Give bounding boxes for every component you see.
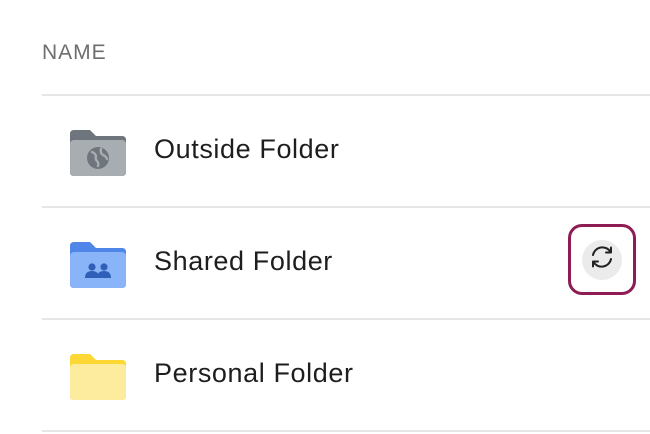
shared-folder-icon [68,240,128,290]
folder-list: NAME Outside Folder Shared Folder Person… [42,0,650,432]
column-header: NAME [42,0,650,96]
folder-name: Shared Folder [154,246,333,276]
personal-folder-icon [68,352,128,402]
folder-name: Personal Folder [154,358,354,388]
sync-button[interactable] [582,239,622,280]
sync-icon [588,243,616,276]
folder-name: Outside Folder [154,134,340,164]
folder-row-personal[interactable]: Personal Folder [42,320,650,432]
folder-row-outside[interactable]: Outside Folder [42,96,650,208]
sync-button-highlight [568,224,636,295]
globe-folder-icon [68,128,128,178]
folder-row-shared[interactable]: Shared Folder [42,208,650,320]
name-column-header[interactable]: NAME [42,41,107,65]
